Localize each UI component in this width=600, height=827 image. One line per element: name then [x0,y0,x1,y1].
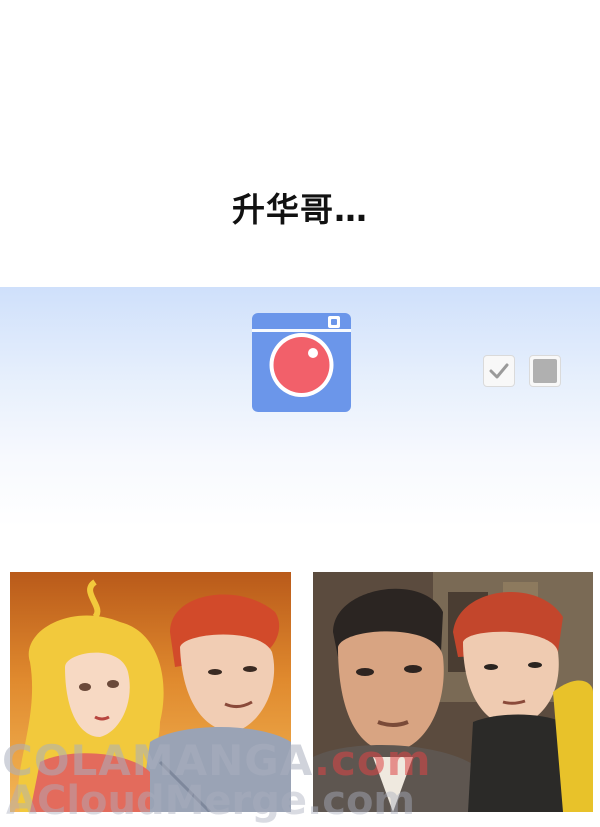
stop-button[interactable] [529,355,561,387]
speech-caption: 升华哥… [232,190,368,229]
watermark-line2: ACloudMerge.com [6,778,416,824]
top-blank-area [0,0,600,287]
check-button[interactable] [483,355,515,387]
stop-square-icon [533,359,557,383]
checkmark-icon [489,363,509,379]
camera-icon[interactable] [252,313,351,412]
